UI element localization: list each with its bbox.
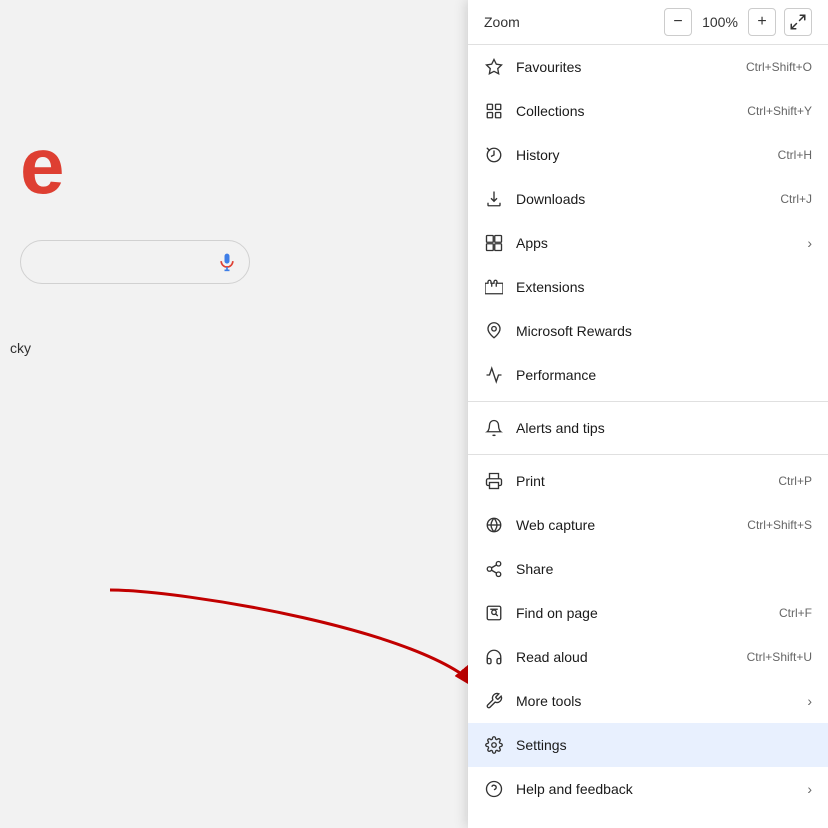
- collections-label: Collections: [516, 103, 747, 119]
- webcapture-shortcut: Ctrl+Shift+S: [747, 518, 812, 532]
- help-label: Help and feedback: [516, 781, 799, 797]
- performance-icon: [484, 365, 504, 385]
- zoom-label: Zoom: [484, 14, 656, 30]
- menu-item-webcapture[interactable]: Web capture Ctrl+Shift+S: [468, 503, 828, 547]
- menu-item-readaloud[interactable]: Read aloud Ctrl+Shift+U: [468, 635, 828, 679]
- history-icon: [484, 145, 504, 165]
- rewards-icon: [484, 321, 504, 341]
- help-icon: [484, 779, 504, 799]
- favourites-shortcut: Ctrl+Shift+O: [746, 60, 812, 74]
- apps-icon: [484, 233, 504, 253]
- menu-items-container: Favourites Ctrl+Shift+O Collections Ctrl…: [468, 45, 828, 828]
- menu-item-apps[interactable]: Apps ›: [468, 221, 828, 265]
- readaloud-label: Read aloud: [516, 649, 747, 665]
- menu-item-favourites[interactable]: Favourites Ctrl+Shift+O: [468, 45, 828, 89]
- menu-item-settings[interactable]: Settings: [468, 723, 828, 767]
- menu-item-downloads[interactable]: Downloads Ctrl+J: [468, 177, 828, 221]
- menu-item-moretools[interactable]: More tools ›: [468, 679, 828, 723]
- zoom-row: Zoom − 100% +: [468, 0, 828, 45]
- menu-item-alerts[interactable]: Alerts and tips: [468, 406, 828, 450]
- share-icon: [484, 559, 504, 579]
- find-label: Find on page: [516, 605, 779, 621]
- menu-item-find[interactable]: Find on page Ctrl+F: [468, 591, 828, 635]
- alerts-icon: [484, 418, 504, 438]
- share-label: Share: [516, 561, 812, 577]
- zoom-control: − 100% +: [664, 8, 812, 36]
- print-icon: [484, 471, 504, 491]
- apps-label: Apps: [516, 235, 799, 251]
- print-shortcut: Ctrl+P: [778, 474, 812, 488]
- moretools-arrow-icon: ›: [807, 693, 812, 709]
- star-icon: [484, 57, 504, 77]
- zoom-expand-button[interactable]: [784, 8, 812, 36]
- find-icon: [484, 603, 504, 623]
- rewards-label: Microsoft Rewards: [516, 323, 812, 339]
- menu-item-help[interactable]: Help and feedback ›: [468, 767, 828, 811]
- collections-shortcut: Ctrl+Shift+Y: [747, 104, 812, 118]
- alerts-label: Alerts and tips: [516, 420, 812, 436]
- dropdown-menu: Zoom − 100% + Favourites Ctrl+Shift+O: [468, 0, 828, 828]
- performance-label: Performance: [516, 367, 812, 383]
- downloads-label: Downloads: [516, 191, 780, 207]
- apps-arrow-icon: ›: [807, 235, 812, 251]
- menu-item-history[interactable]: History Ctrl+H: [468, 133, 828, 177]
- zoom-minus-button[interactable]: −: [664, 8, 692, 36]
- webcapture-icon: [484, 515, 504, 535]
- menu-item-share[interactable]: Share: [468, 547, 828, 591]
- readaloud-icon: [484, 647, 504, 667]
- menu-item-collections[interactable]: Collections Ctrl+Shift+Y: [468, 89, 828, 133]
- print-label: Print: [516, 473, 778, 489]
- history-label: History: [516, 147, 778, 163]
- moretools-icon: [484, 691, 504, 711]
- moretools-label: More tools: [516, 693, 799, 709]
- downloads-shortcut: Ctrl+J: [780, 192, 812, 206]
- zoom-plus-button[interactable]: +: [748, 8, 776, 36]
- menu-item-performance[interactable]: Performance: [468, 353, 828, 397]
- close-edge-icon: [484, 823, 504, 828]
- readaloud-shortcut: Ctrl+Shift+U: [747, 650, 812, 664]
- collections-icon: [484, 101, 504, 121]
- extensions-label: Extensions: [516, 279, 812, 295]
- downloads-icon: [484, 189, 504, 209]
- webcapture-label: Web capture: [516, 517, 747, 533]
- settings-icon: [484, 735, 504, 755]
- divider-2: [468, 454, 828, 455]
- divider-1: [468, 401, 828, 402]
- find-shortcut: Ctrl+F: [779, 606, 812, 620]
- history-shortcut: Ctrl+H: [778, 148, 812, 162]
- menu-item-extensions[interactable]: Extensions: [468, 265, 828, 309]
- settings-label: Settings: [516, 737, 812, 753]
- menu-item-close-edge[interactable]: Close Microsoft Edge: [468, 811, 828, 828]
- expand-icon: [789, 13, 807, 31]
- help-arrow-icon: ›: [807, 781, 812, 797]
- favourites-label: Favourites: [516, 59, 746, 75]
- zoom-value: 100%: [700, 14, 740, 30]
- menu-item-print[interactable]: Print Ctrl+P: [468, 459, 828, 503]
- extensions-icon: [484, 277, 504, 297]
- menu-item-rewards[interactable]: Microsoft Rewards: [468, 309, 828, 353]
